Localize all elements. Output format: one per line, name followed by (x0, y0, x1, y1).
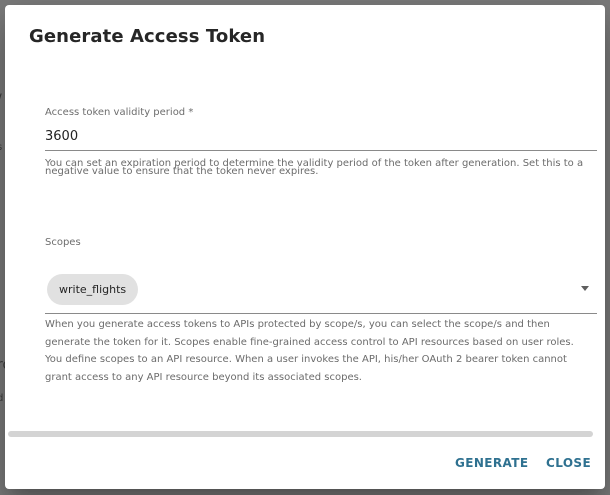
scope-chip[interactable]: write_flights (47, 274, 139, 305)
scopes-underline (45, 313, 597, 314)
close-button[interactable]: CLOSE (546, 456, 591, 470)
scopes-label: Scopes (45, 237, 81, 248)
scopes-helper-text: When you generate access tokens to APIs … (45, 319, 574, 383)
validity-period-underline (45, 150, 597, 151)
validity-period-label: Access token validity period * (45, 107, 194, 118)
background-text-fragment: / (0, 92, 2, 108)
validity-period-helper-text: You can set an expiration period to dete… (45, 158, 584, 177)
generate-button[interactable]: GENERATE (455, 456, 528, 470)
background-text-fragment: d (0, 393, 4, 404)
background-text-fragment: s (0, 142, 2, 153)
arrow-drop-down-icon[interactable] (581, 286, 589, 291)
dialog-title: Generate Access Token (29, 26, 266, 47)
validity-period-input[interactable]: 3600 (45, 129, 78, 144)
horizontal-scrollbar[interactable] (8, 431, 593, 437)
generate-token-dialog: Generate Access Token Access token valid… (5, 5, 605, 489)
